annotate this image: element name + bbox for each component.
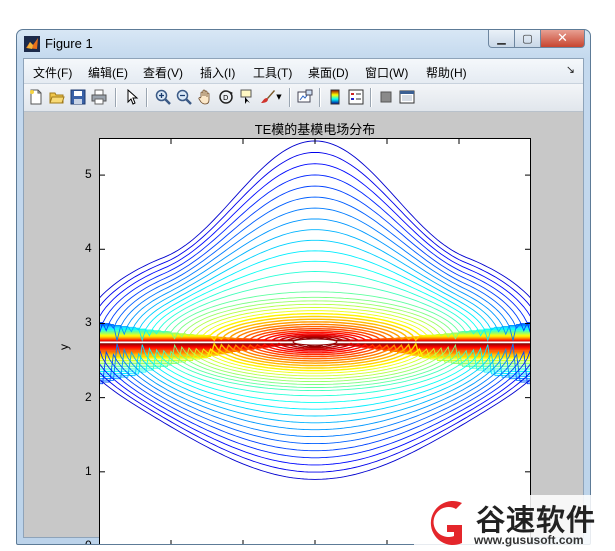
zoom-in-button[interactable]: [154, 88, 172, 106]
y-tick-label: 3: [85, 315, 92, 330]
hide-plot-tools-button[interactable]: [377, 88, 395, 106]
close-icon: ✕: [557, 31, 568, 46]
rotate-3d-icon: D: [219, 90, 233, 104]
brush-dropdown-button[interactable]: ▼: [274, 88, 284, 106]
figure-toolbar: D ▼: [24, 84, 583, 112]
edit-plot-arrow-icon: [127, 89, 139, 105]
watermark-url: www.gususoft.com: [474, 533, 584, 547]
legend-icon: [348, 89, 364, 105]
print-button[interactable]: [90, 88, 108, 106]
y-axis-label: y: [57, 344, 71, 350]
toolbar-separator: [146, 88, 147, 107]
maximize-button[interactable]: ▢: [515, 30, 541, 48]
hide-plot-tools-icon: [380, 91, 392, 103]
maximize-icon: ▢: [522, 32, 533, 45]
colorbar-button[interactable]: [326, 88, 344, 106]
menu-dock-arrow-icon[interactable]: ↘: [566, 63, 575, 76]
y-tick-label: 2: [85, 389, 92, 404]
menu-tools[interactable]: 工具(T): [253, 64, 292, 81]
brush-dropdown-icon: ▼: [276, 93, 282, 101]
matlab-icon: [24, 36, 40, 52]
plot-title: TE模的基模电场分布: [254, 122, 376, 137]
colorbar-icon: [330, 89, 340, 105]
menu-file[interactable]: 文件(F): [33, 64, 72, 81]
menu-help[interactable]: 帮助(H): [426, 64, 467, 81]
close-button[interactable]: ✕: [541, 30, 585, 48]
toolbar-separator: [115, 88, 116, 107]
toolbar-separator: [319, 88, 320, 107]
print-icon: [91, 89, 107, 105]
menu-view[interactable]: 查看(V): [143, 64, 183, 81]
link-plot-button[interactable]: [296, 88, 314, 106]
toolbar-separator: [370, 88, 371, 107]
menu-edit[interactable]: 编辑(E): [88, 64, 128, 81]
edit-plot-button[interactable]: [123, 88, 141, 106]
menu-insert[interactable]: 插入(I): [200, 64, 235, 81]
open-file-icon: [49, 92, 65, 104]
pan-hand-icon: [198, 89, 210, 105]
save-button[interactable]: [69, 88, 87, 106]
y-tick-label: 4: [85, 241, 92, 256]
zoom-out-button[interactable]: [175, 88, 193, 106]
new-figure-button[interactable]: [27, 88, 45, 106]
zoom-in-icon: [155, 89, 171, 105]
figure-window: Figure 1 ▁ ▢ ✕ 文件(F) 编辑(E) 查看(V) 插入(I) 工…: [16, 29, 591, 545]
contour-plot[interactable]: [99, 138, 531, 545]
figure-canvas: TE模的基模电场分布 0123456012345 x y: [24, 112, 583, 544]
window-title: Figure 1: [45, 36, 93, 51]
pan-button[interactable]: [196, 88, 214, 106]
svg-text:D: D: [223, 94, 228, 102]
menu-desktop[interactable]: 桌面(D): [308, 64, 349, 81]
menu-bar: 文件(F) 编辑(E) 查看(V) 插入(I) 工具(T) 桌面(D) 窗口(W…: [24, 59, 583, 84]
y-tick-label: 1: [85, 463, 92, 478]
show-plot-tools-button[interactable]: [398, 88, 416, 106]
link-plot-icon: [297, 89, 313, 103]
y-tick-label: 5: [85, 167, 92, 182]
save-icon: [70, 89, 86, 105]
minimize-icon: ▁: [497, 32, 506, 45]
y-tick-label: 0: [85, 538, 92, 545]
rotate-3d-button[interactable]: D: [217, 88, 235, 106]
legend-button[interactable]: [347, 88, 365, 106]
minimize-button[interactable]: ▁: [488, 30, 515, 48]
show-plot-tools-icon: [399, 90, 415, 104]
data-cursor-button[interactable]: [238, 88, 256, 106]
menu-window[interactable]: 窗口(W): [365, 64, 408, 81]
data-cursor-icon: [240, 89, 252, 104]
new-figure-icon: [30, 89, 42, 105]
figure-client-area: 文件(F) 编辑(E) 查看(V) 插入(I) 工具(T) 桌面(D) 窗口(W…: [23, 58, 584, 544]
zoom-out-icon: [176, 89, 192, 105]
contour-peak: [292, 338, 338, 346]
toolbar-separator: [289, 88, 290, 107]
open-file-button[interactable]: [48, 88, 66, 106]
title-bar[interactable]: Figure 1 ▁ ▢ ✕: [17, 30, 590, 58]
